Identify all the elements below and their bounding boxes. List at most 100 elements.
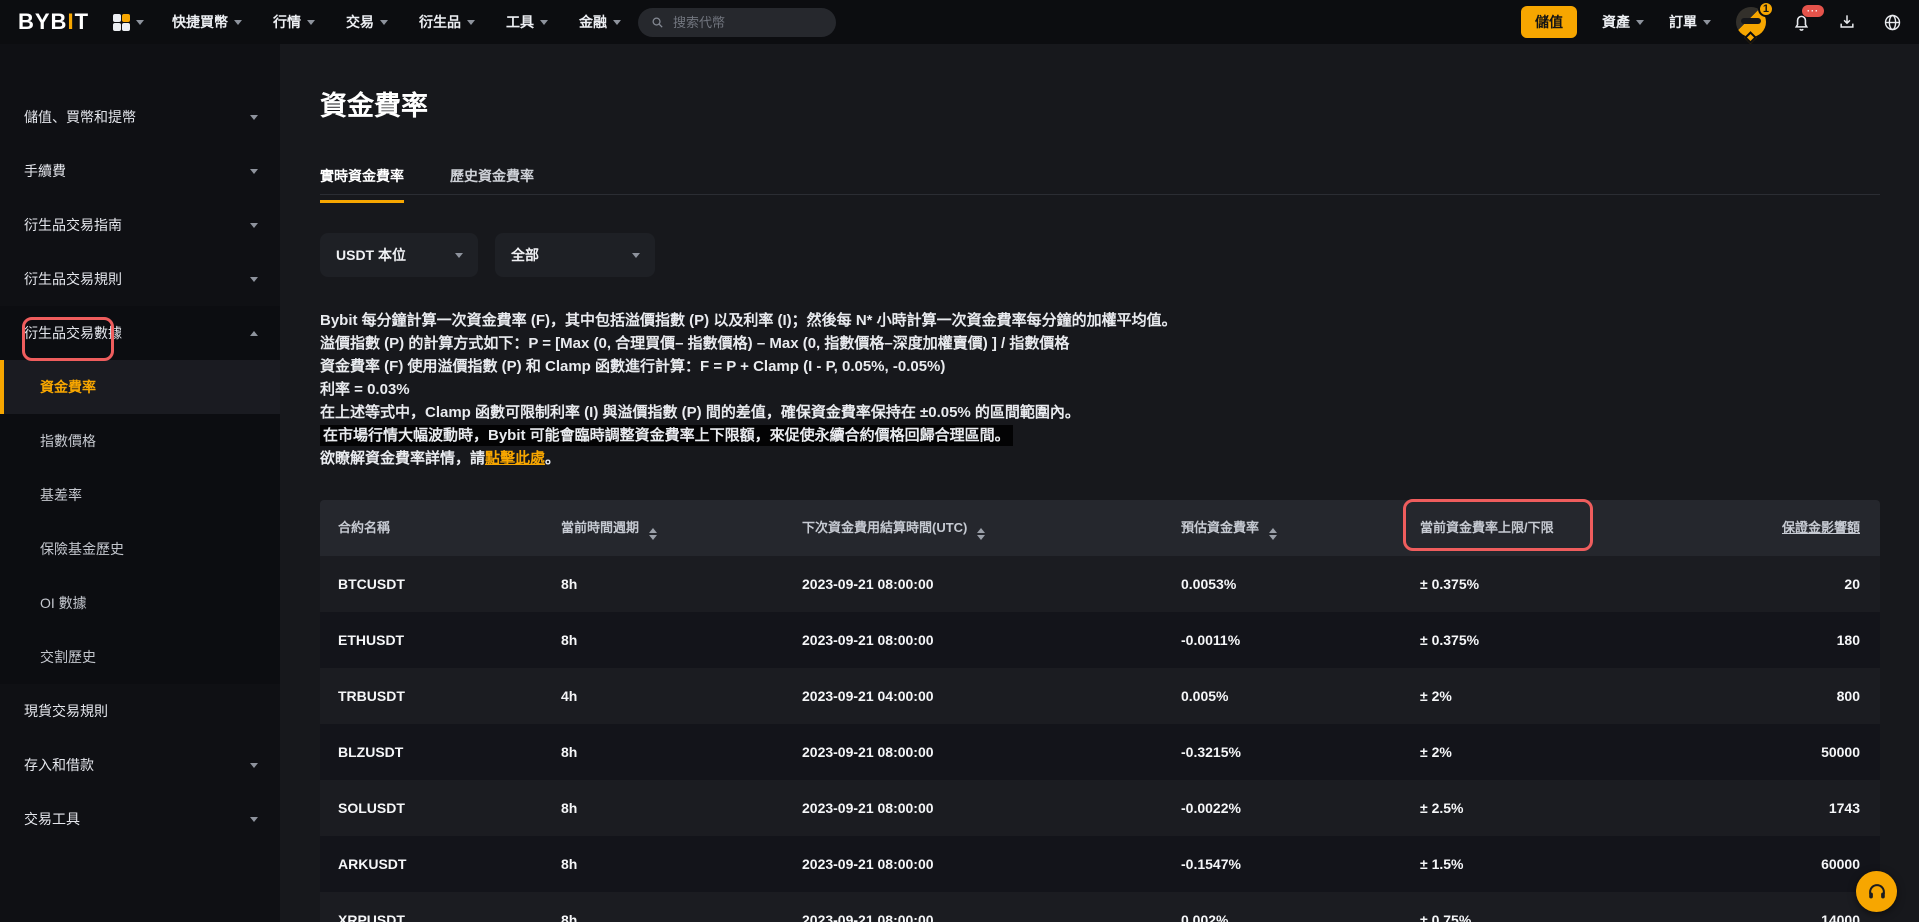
table-header: 合約名稱 當前時間週期 下次資金費用結算時間(UTC) 預估資金費率 當前資金費… — [320, 500, 1880, 556]
apps-grid-button[interactable] — [113, 13, 145, 31]
chevron-down-icon — [250, 169, 258, 174]
orders-menu[interactable]: 訂單 — [1669, 12, 1711, 32]
main-content: 資金費率 實時資金費率 歷史資金費率 USDT 本位 全部 Bybit 每分鐘計… — [280, 44, 1919, 922]
sidebar-subitem-funding-rate[interactable]: 資金費率 — [0, 360, 280, 414]
sidebar-subitem-index-price[interactable]: 指數價格 — [0, 414, 280, 468]
chevron-down-icon — [467, 19, 476, 25]
search-icon — [652, 17, 663, 28]
logo-text: BYB — [18, 9, 68, 34]
nav-tools[interactable]: 工具 — [506, 12, 549, 32]
tabs: 實時資金費率 歷史資金費率 — [320, 166, 534, 203]
desc-line-1: Bybit 每分鐘計算一次資金費率 (F)，其中包括溢價指數 (P) 以及利率 … — [320, 312, 1177, 329]
nav-markets[interactable]: 行情 — [273, 12, 316, 32]
download-icon — [1840, 15, 1854, 28]
nav-trade[interactable]: 交易 — [346, 12, 389, 32]
chevron-down-icon — [136, 19, 145, 25]
sidebar-item-deposit-loan[interactable]: 存入和借款 — [0, 738, 280, 792]
sidebar-subitem-insurance-fund[interactable]: 保險基金歷史 — [0, 522, 280, 576]
sidebar-item-derivatives-guide[interactable]: 衍生品交易指南 — [0, 198, 280, 252]
sort-icon[interactable] — [977, 528, 986, 540]
chevron-down-icon — [307, 19, 316, 25]
contract-symbol: BLZUSDT — [338, 744, 404, 760]
chevron-down-icon — [380, 19, 389, 25]
col-estimated-rate: 預估資金費率 — [1181, 500, 1278, 556]
table-row[interactable]: TRBUSDT 4h 2023-09-21 04:00:00 0.005% ± … — [320, 668, 1880, 724]
desc-line-6: 在市場行情大幅波動時，Bybit 可能會臨時調整資金費率上下限額，來促使永續合約… — [320, 424, 1177, 447]
table-row[interactable]: ETHUSDT 8h 2023-09-21 08:00:00 -0.0011% … — [320, 612, 1880, 668]
funding-rate-table: 合約名稱 當前時間週期 下次資金費用結算時間(UTC) 預估資金費率 當前資金費… — [320, 500, 1880, 922]
sidebar-subitem-oi-data[interactable]: OI 數據 — [0, 576, 280, 630]
table-row[interactable]: XRPUSDT 8h 2023-09-21 08:00:00 0.002% ± … — [320, 892, 1880, 922]
sort-icon[interactable] — [1269, 528, 1278, 540]
col-rate-limits: 當前資金費率上限/下限 — [1420, 520, 1554, 535]
funding-rate-description: Bybit 每分鐘計算一次資金費率 (F)，其中包括溢價指數 (P) 以及利率 … — [320, 309, 1177, 470]
chevron-down-icon — [250, 817, 258, 822]
col-contract-name: 合約名稱 — [338, 520, 391, 535]
chevron-down-icon — [613, 19, 622, 25]
sidebar-subitem-delivery-history[interactable]: 交割歷史 — [0, 630, 280, 684]
headset-icon — [1868, 883, 1885, 898]
margin-type-select[interactable]: USDT 本位 — [320, 233, 478, 277]
col-next-settlement: 下次資金費用結算時間(UTC) — [802, 500, 986, 556]
contract-filter-select[interactable]: 全部 — [495, 233, 655, 277]
contract-symbol: BTCUSDT — [338, 576, 405, 592]
chevron-down-icon — [250, 763, 258, 768]
contract-symbol: ARKUSDT — [338, 856, 407, 872]
chevron-down-icon — [234, 19, 243, 25]
chevron-down-icon — [540, 19, 549, 25]
click-here-link[interactable]: 點擊此處 — [485, 450, 545, 467]
highlighted-text: 在市場行情大幅波動時，Bybit 可能會臨時調整資金費率上下限額，來促使永續合約… — [320, 425, 1013, 446]
chevron-up-icon — [250, 331, 258, 336]
search-input[interactable] — [673, 15, 803, 30]
sidebar-item-derivatives-rules[interactable]: 衍生品交易規則 — [0, 252, 280, 306]
nav-finance[interactable]: 金融 — [579, 12, 622, 32]
nav-derivatives[interactable]: 衍生品 — [419, 12, 476, 32]
support-chat-button[interactable] — [1856, 871, 1897, 912]
sidebar-item-derivatives-data[interactable]: 衍生品交易數據 — [0, 306, 280, 360]
sidebar-item-spot-rules[interactable]: 現貨交易規則 — [0, 684, 280, 738]
sidebar-item-fees[interactable]: 手續費 — [0, 144, 280, 198]
table-row[interactable]: BTCUSDT 8h 2023-09-21 08:00:00 0.0053% ±… — [320, 556, 1880, 612]
desc-line-2: 溢價指數 (P) 的計算方式如下：P = [Max (0, 合理買價– 指數價格… — [320, 335, 1070, 352]
table-row[interactable]: ARKUSDT 8h 2023-09-21 08:00:00 -0.1547% … — [320, 836, 1880, 892]
top-navigation-bar: BYBIT 快捷買幣 行情 交易 衍生品 工具 金融 Web3 儲值 資產 訂單… — [0, 0, 1919, 44]
page-title: 資金費率 — [320, 91, 428, 121]
table-row[interactable]: BLZUSDT 8h 2023-09-21 08:00:00 -0.3215% … — [320, 724, 1880, 780]
notifications-button[interactable]: ··· — [1791, 4, 1824, 33]
col-current-interval: 當前時間週期 — [561, 500, 658, 556]
chevron-down-icon — [455, 252, 463, 258]
contract-symbol: ETHUSDT — [338, 632, 405, 648]
table-row[interactable]: SOLUSDT 8h 2023-09-21 08:00:00 -0.0022% … — [320, 780, 1880, 836]
chevron-down-icon — [250, 115, 258, 120]
desc-line-7: 欲瞭解資金費率詳情，請點擊此處。 — [320, 450, 561, 467]
col-margin-impact: 保證金影響額 — [1782, 500, 1860, 556]
tab-funding-rate-history[interactable]: 歷史資金費率 — [450, 166, 534, 203]
deposit-button[interactable]: 儲值 — [1521, 6, 1577, 38]
margin-impact-link[interactable]: 保證金影響額 — [1782, 520, 1860, 535]
contract-symbol: TRBUSDT — [338, 688, 405, 704]
sort-icon[interactable] — [649, 528, 658, 540]
notifications-badge: ··· — [1802, 4, 1824, 17]
desc-line-4: 利率 = 0.03% — [320, 381, 410, 398]
chevron-down-icon — [250, 277, 258, 282]
bybit-logo: BYB I T — [18, 9, 89, 35]
chevron-down-icon — [632, 252, 640, 258]
chevron-down-icon — [250, 223, 258, 228]
main-nav: 快捷買幣 行情 交易 衍生品 工具 金融 Web3 — [172, 12, 704, 32]
nav-buy-crypto[interactable]: 快捷買幣 — [172, 12, 243, 32]
contract-symbol: SOLUSDT — [338, 800, 405, 816]
tabs-divider — [320, 194, 1880, 195]
filter-row: USDT 本位 全部 — [320, 233, 655, 277]
sidebar-subitem-basis-rate[interactable]: 基差率 — [0, 468, 280, 522]
assets-menu[interactable]: 資產 — [1602, 12, 1644, 32]
chevron-down-icon — [1703, 19, 1711, 25]
sidebar-item-trading-tools[interactable]: 交易工具 — [0, 792, 280, 846]
user-avatar[interactable]: 1 — [1736, 1, 1774, 44]
language-button[interactable] — [1882, 12, 1903, 33]
download-app-button[interactable] — [1837, 12, 1857, 32]
avatar-notification-badge: 1 — [1757, 1, 1774, 17]
sidebar: 儲值、買幣和提幣 手續費 衍生品交易指南 衍生品交易規則 衍生品交易數據 資金費… — [0, 44, 280, 922]
sidebar-item-deposit-buy-withdraw[interactable]: 儲值、買幣和提幣 — [0, 90, 280, 144]
search-box[interactable] — [638, 8, 836, 37]
tab-realtime-funding-rate[interactable]: 實時資金費率 — [320, 166, 404, 203]
